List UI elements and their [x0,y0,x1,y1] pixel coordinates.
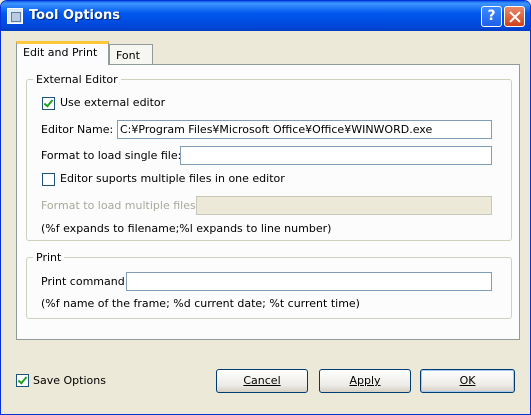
format-single-label: Format to load single file: [41,149,182,162]
editor-name-field[interactable]: C:¥Program Files¥Microsoft Office¥Office… [117,120,492,139]
close-icon [509,10,520,23]
help-icon: ? [487,8,496,24]
title-bar[interactable]: Tool Options ? [1,1,530,31]
window-title: Tool Options [29,8,120,23]
apply-button-label: Apply [349,374,381,387]
multiple-files-checkbox[interactable] [42,173,55,186]
tool-options-dialog: Tool Options ? Edit and Print Font Exter… [0,0,531,415]
format-multiple-label: Format to load multiple files: [41,199,200,212]
cancel-button[interactable]: Cancel [216,369,308,393]
multiple-files-label: Editor suports multiple files in one edi… [60,172,285,185]
format-multiple-field [196,196,492,215]
print-command-field[interactable] [126,272,492,291]
tab-font[interactable]: Font [109,44,153,65]
format-single-field[interactable] [180,146,492,165]
external-editor-hint: (%f expands to filename;%l expands to li… [41,222,332,235]
cancel-button-label: Cancel [243,374,281,387]
use-external-editor-label: Use external editor [60,96,166,109]
apply-button[interactable]: Apply [319,369,411,393]
tab-panel: External Editor Use external editor Edit… [16,64,520,340]
print-legend: Print [36,251,62,264]
tab-edit-and-print[interactable]: Edit and Print [16,41,109,65]
editor-name-label: Editor Name: [41,123,114,136]
ok-button[interactable]: OK [420,369,515,393]
save-options-checkbox[interactable] [16,374,29,387]
ok-button-label: OK [459,374,476,387]
save-options-label: Save Options [33,374,106,387]
app-icon [7,8,23,24]
external-editor-legend: External Editor [36,73,118,86]
use-external-editor-checkbox[interactable] [42,97,55,110]
print-command-label: Print command: [41,275,129,288]
close-button[interactable] [504,6,525,27]
help-button[interactable]: ? [481,6,502,27]
print-hint: (%f name of the frame; %d current date; … [41,297,360,310]
